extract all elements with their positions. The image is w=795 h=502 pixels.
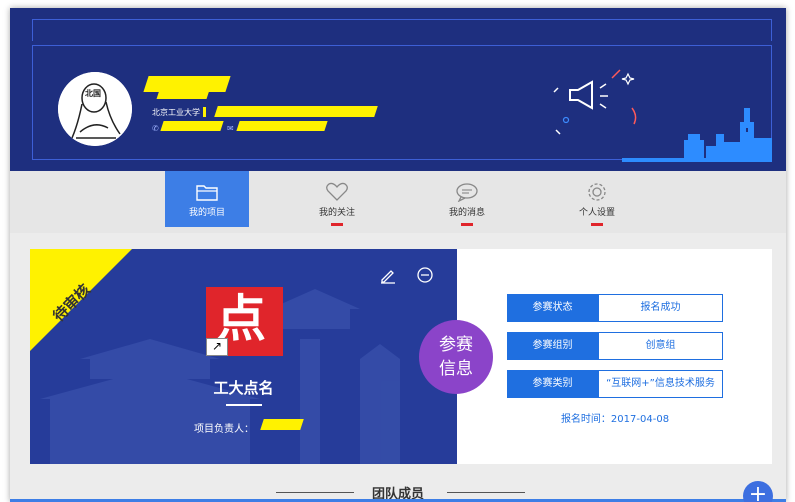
owner-highlight — [260, 419, 304, 430]
tab-indicator — [461, 223, 473, 226]
phone-icon: ✆ — [152, 124, 159, 133]
gear-icon — [588, 183, 606, 201]
heart-icon — [326, 182, 348, 201]
phone-highlight — [160, 121, 224, 131]
project-card: 待审核 点 ↗ 工大点名 项目负责人： 参赛 信息 参赛状态 报名成功 参赛组别… — [30, 249, 772, 464]
info-value: 报名成功 — [598, 294, 723, 322]
header-border-top — [32, 19, 772, 41]
info-row-group: 参赛组别 创意组 — [507, 332, 723, 360]
profile-header: 北国 北京工业大学 ✆ ✉ — [10, 8, 786, 171]
tab-indicator — [331, 223, 343, 226]
shortcut-arrow-icon: ↗ — [206, 338, 228, 356]
school-divider — [203, 107, 206, 117]
edit-icon[interactable] — [379, 266, 397, 284]
tab-my-follows[interactable]: 我的关注 — [295, 171, 379, 227]
info-value: 创意组 — [598, 332, 723, 360]
tab-label: 我的项目 — [188, 208, 225, 218]
badge-line-1: 参赛 — [439, 335, 473, 355]
project-owner-label: 项目负责人： — [194, 424, 254, 435]
mail-icon: ✉ — [227, 124, 234, 133]
badge-line-2: 信息 — [439, 359, 473, 379]
info-value: “互联网+”信息技术服务 — [598, 370, 723, 398]
info-row-status: 参赛状态 报名成功 — [507, 294, 723, 322]
info-key: 参赛状态 — [507, 294, 598, 322]
tab-my-messages[interactable]: 我的消息 — [425, 171, 509, 227]
app-frame: 北国 北京工业大学 ✆ ✉ 我的项目 我的关注 我的消息 个人设置 待审核 点 … — [10, 8, 786, 502]
info-key: 参赛类别 — [507, 370, 598, 398]
department-highlight — [214, 106, 378, 117]
project-name-underline — [226, 404, 262, 406]
email-highlight — [236, 121, 328, 131]
avatar-drawing — [58, 72, 132, 146]
project-logo[interactable]: 点 ↗ — [206, 287, 283, 356]
info-key: 参赛组别 — [507, 332, 598, 360]
tab-label: 个人设置 — [578, 208, 615, 218]
info-row-category: 参赛类别 “互联网+”信息技术服务 — [507, 370, 723, 398]
nav-tabs: 我的项目 我的关注 我的消息 个人设置 — [10, 171, 786, 233]
avatar[interactable]: 北国 — [58, 72, 132, 146]
team-divider-right — [447, 492, 525, 493]
tab-label: 我的消息 — [448, 208, 485, 218]
remove-icon[interactable] — [416, 266, 434, 284]
tab-indicator — [591, 223, 603, 226]
school-name: 北京工业大学 — [152, 108, 200, 117]
tab-label: 我的关注 — [318, 208, 355, 218]
chat-icon — [456, 183, 478, 202]
project-name: 工大点名 — [213, 379, 274, 397]
tab-my-projects[interactable]: 我的项目 — [165, 171, 249, 227]
city-skyline-icon — [622, 108, 772, 162]
project-card-main[interactable]: 待审核 点 ↗ 工大点名 项目负责人： — [30, 249, 457, 464]
registration-time: 报名时间：2017-04-08 — [560, 414, 670, 425]
folder-icon — [196, 185, 218, 201]
name-highlight-2 — [156, 90, 210, 99]
competition-info-badge: 参赛 信息 — [419, 320, 493, 394]
avatar-label: 北国 — [85, 89, 101, 98]
tab-settings[interactable]: 个人设置 — [555, 171, 639, 227]
